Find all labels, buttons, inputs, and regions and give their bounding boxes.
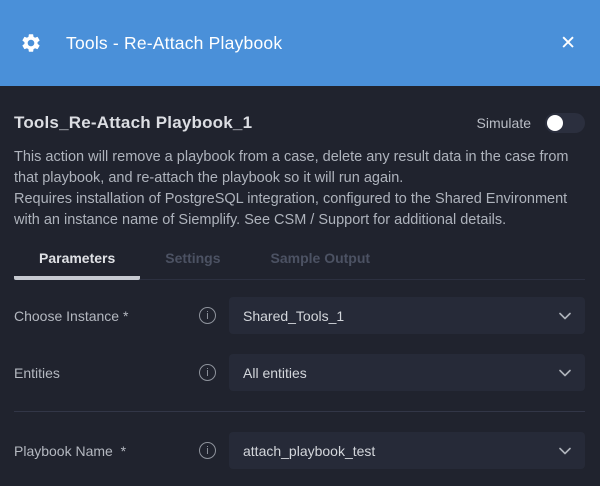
close-icon[interactable]: ✕ (558, 32, 578, 55)
action-description: This action will remove a playbook from … (14, 147, 585, 231)
gear-icon (20, 32, 42, 54)
chevron-down-icon (559, 369, 571, 377)
info-icon[interactable]: i (199, 442, 216, 459)
action-name-heading: Tools_Re-Attach Playbook_1 (14, 113, 252, 133)
simulate-label: Simulate (477, 115, 531, 131)
field-label: Choose Instance * (14, 308, 199, 324)
dialog-body: Tools_Re-Attach Playbook_1 Simulate This… (0, 86, 600, 486)
chevron-down-icon (559, 312, 571, 320)
tab-sample-output[interactable]: Sample Output (246, 243, 396, 280)
form-row-playbook-name: Playbook Name * i attach_playbook_test (14, 432, 585, 469)
description-line: This action will remove a playbook from … (14, 147, 585, 189)
info-icon[interactable]: i (199, 307, 216, 324)
form-row-choose-instance: Choose Instance * i Shared_Tools_1 (14, 297, 585, 334)
playbook-name-select[interactable]: attach_playbook_test (229, 432, 585, 469)
tab-settings[interactable]: Settings (140, 243, 245, 280)
tab-bar: Parameters Settings Sample Output (14, 243, 585, 280)
dialog-title: Tools - Re-Attach Playbook (66, 33, 558, 54)
action-config-dialog: Tools - Re-Attach Playbook ✕ Tools_Re-At… (0, 0, 600, 486)
select-value: attach_playbook_test (243, 443, 559, 459)
select-value: All entities (243, 365, 559, 381)
tab-parameters[interactable]: Parameters (14, 243, 140, 280)
dialog-header: Tools - Re-Attach Playbook ✕ (0, 0, 600, 86)
simulate-toggle[interactable] (545, 113, 585, 133)
entities-select[interactable]: All entities (229, 354, 585, 391)
description-line: Requires installation of PostgreSQL inte… (14, 189, 585, 231)
chevron-down-icon (559, 447, 571, 455)
toggle-knob (547, 115, 563, 131)
form-row-entities: Entities i All entities (14, 354, 585, 391)
simulate-control: Simulate (477, 113, 585, 133)
field-label: Playbook Name * (14, 443, 199, 459)
info-icon[interactable]: i (199, 364, 216, 381)
field-label: Entities (14, 365, 199, 381)
parameters-form: Choose Instance * i Shared_Tools_1 Entit… (14, 280, 585, 469)
section-divider (14, 411, 585, 412)
select-value: Shared_Tools_1 (243, 308, 559, 324)
choose-instance-select[interactable]: Shared_Tools_1 (229, 297, 585, 334)
